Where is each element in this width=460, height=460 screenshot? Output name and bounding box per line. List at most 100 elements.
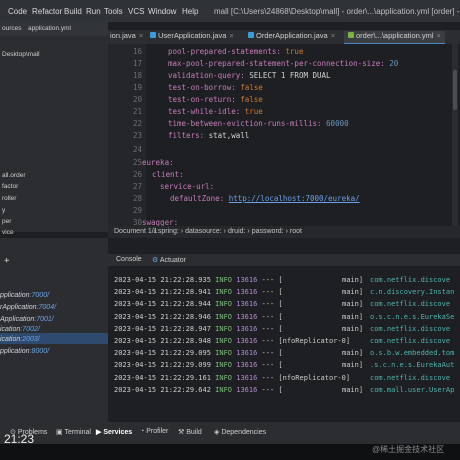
breadcrumb-sep: ›	[285, 228, 288, 235]
service-item-selected[interactable]: ication:2003/	[0, 336, 40, 343]
watermark: @稀土掘金技术社区	[372, 445, 445, 454]
menu-run[interactable]: Run	[86, 7, 101, 16]
line-number: 28	[132, 194, 142, 203]
service-item[interactable]: rApplication:7004/	[0, 304, 56, 311]
code-line: validation-query: SELECT 1 FROM DUAL	[168, 71, 331, 80]
line-number: 19	[132, 83, 142, 92]
code-line: test-while-idle: true	[168, 107, 263, 116]
menu-build[interactable]: Build	[64, 7, 82, 16]
log-thread: main]	[342, 349, 364, 358]
service-item[interactable]: pplication:8000/	[0, 348, 49, 355]
breadcrumb-item[interactable]: datasource:	[185, 228, 222, 235]
editor-scroll-thumb[interactable]	[453, 70, 457, 110]
log-line: 2023-04-15 21:22:28.946 INFO 13616 --- [	[114, 312, 283, 321]
breadcrumb-sep: ›	[247, 228, 250, 235]
close-icon[interactable]: ×	[331, 31, 335, 40]
project-line[interactable]: factor	[2, 183, 18, 190]
code-line: eureka:	[142, 158, 174, 167]
log-class: com.netflix.discove	[370, 276, 451, 284]
menu-tools[interactable]: Tools	[104, 7, 123, 16]
project-line[interactable]: all.order	[2, 172, 25, 179]
build-icon: ⚒	[178, 429, 185, 436]
tab-console[interactable]: Console	[116, 256, 142, 263]
log-class: com.netflix.discove	[370, 324, 451, 333]
log-class: com.netflix.discove	[370, 337, 451, 345]
line-number: 18	[132, 71, 142, 80]
menu-refactor[interactable]: Refactor	[32, 7, 62, 16]
code-line: time-between-eviction-runs-millis: 60000	[168, 119, 349, 128]
build-button[interactable]: ⚒ Build	[178, 428, 202, 436]
yml-icon	[348, 32, 354, 38]
service-item[interactable]: pplication:7000/	[0, 292, 49, 299]
log-class: com.netflix.discove	[370, 300, 451, 309]
line-number: 29	[132, 206, 142, 215]
service-item[interactable]: ication:7002/	[0, 326, 40, 333]
code-line: pool-prepared-statements: true	[168, 47, 304, 56]
project-line[interactable]: roller	[2, 195, 16, 202]
log-line: 2023-04-15 21:22:28.948 INFO 13616 --- […	[114, 337, 351, 345]
code-line: client:	[152, 170, 184, 179]
breadcrumb: Document 1/1 › spring: › datasource: › d…	[108, 226, 460, 238]
project-line[interactable]: y	[2, 207, 5, 214]
breadcrumb-item[interactable]: spring:	[158, 228, 179, 235]
services-icon: ▶	[96, 429, 102, 436]
breadcrumb-item[interactable]: root	[290, 228, 302, 235]
close-icon[interactable]: ×	[229, 31, 233, 40]
breadcrumb-item[interactable]: druid:	[228, 228, 246, 235]
breadcrumb-sep: ›	[223, 228, 226, 235]
log-class: c.n.discovery.Instan	[370, 288, 455, 297]
tab-ion-java[interactable]: ion.java ×	[110, 31, 143, 43]
code-line: defaultZone: http://localhost:7000/eurek…	[170, 194, 360, 203]
window-title: mall [C:\Users\24868\Desktop\mall] - ord…	[214, 7, 460, 16]
dependencies-button[interactable]: ◈ Dependencies	[214, 428, 266, 436]
log-line: 2023-04-15 21:22:29.099 INFO 13616 --- [	[114, 361, 283, 370]
line-number: 16	[132, 47, 142, 56]
line-number: 25	[132, 158, 142, 167]
profiler-button[interactable]: ◔ Profiler	[140, 428, 168, 435]
code-line: test-on-return: false	[168, 95, 263, 104]
log-class: o.s.c.n.e.s.EurekaSe	[370, 312, 455, 321]
project-line[interactable]: vice	[2, 229, 14, 236]
log-line: 2023-04-15 21:22:29.161 INFO 13616 --- […	[114, 373, 351, 382]
log-thread: main]	[342, 300, 364, 309]
log-thread: main]	[342, 324, 364, 333]
tab-userapplication[interactable]: UserApplication.java ×	[150, 31, 234, 43]
add-icon[interactable]: +	[4, 256, 9, 266]
line-number: 23	[132, 131, 142, 140]
menu-window[interactable]: Window	[148, 7, 176, 16]
terminal-icon: ▣	[56, 429, 63, 436]
log-thread: main]	[342, 288, 364, 297]
menu-help[interactable]: Help	[182, 7, 198, 16]
services-button[interactable]: ▶ Services	[96, 428, 132, 436]
breadcrumb-item[interactable]: password:	[252, 228, 284, 235]
log-thread: main]	[342, 276, 364, 284]
tab-application-yml[interactable]: order\...\application.yml ×	[344, 31, 445, 45]
service-item[interactable]: Application:7001/	[0, 316, 54, 323]
project-line[interactable]: ources	[2, 25, 22, 32]
line-number: 27	[132, 182, 142, 191]
tab-orderapplication[interactable]: OrderApplication.java ×	[248, 31, 335, 43]
log-thread: main]	[342, 361, 364, 370]
log-line: 2023-04-15 21:22:29.095 INFO 13616 --- [	[114, 349, 283, 358]
log-class: o.s.b.w.embedded.tom	[370, 349, 455, 358]
breadcrumb-document[interactable]: Document 1/1	[114, 228, 158, 235]
line-number: 17	[132, 59, 142, 68]
line-number: 24	[132, 145, 142, 154]
line-number: 22	[132, 119, 142, 128]
eureka-url-link[interactable]: http://localhost:7000/eureka/	[229, 194, 360, 203]
java-class-icon	[150, 32, 156, 38]
log-line: 2023-04-15 21:22:28.941 INFO 13616 --- [	[114, 288, 283, 297]
code-line: filters: stat,wall	[168, 131, 250, 140]
close-icon[interactable]: ×	[139, 31, 143, 40]
profiler-icon: ◔	[140, 428, 145, 435]
project-line[interactable]: per	[2, 218, 11, 225]
actuator-icon: ⚙	[152, 257, 159, 264]
project-line[interactable]: application.yml	[28, 25, 71, 32]
close-icon[interactable]: ×	[437, 31, 441, 40]
tab-actuator[interactable]: ⚙ Actuator	[152, 256, 186, 264]
terminal-button[interactable]: ▣ Terminal	[56, 428, 91, 436]
project-line[interactable]: Desktop\mall	[2, 51, 40, 58]
menu-vcs[interactable]: VCS	[128, 7, 144, 16]
log-line: 2023-04-15 21:22:28.944 INFO 13616 --- [	[114, 300, 283, 309]
menu-code[interactable]: Code	[8, 7, 27, 16]
